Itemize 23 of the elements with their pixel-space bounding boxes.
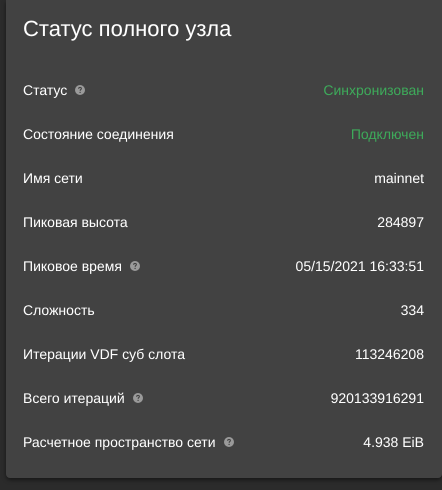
help-icon[interactable]	[224, 437, 234, 447]
field-value: 4.938 EiB	[363, 434, 424, 450]
field-label: Расчетное пространство сети	[23, 434, 216, 450]
field-value: 05/15/2021 16:33:51	[296, 258, 424, 274]
field-label: Имя сети	[23, 170, 83, 186]
field-value: 920133916291	[330, 390, 424, 406]
field-label: Пиковое время	[23, 258, 122, 274]
field-value: Подключен	[350, 126, 424, 142]
field-value: 284897	[377, 214, 424, 230]
field-label: Пиковая высота	[23, 214, 128, 230]
field-value: 334	[400, 302, 424, 318]
help-icon[interactable]	[132, 393, 143, 403]
field-label: Сложность	[23, 302, 95, 318]
field-value: Синхронизован	[323, 82, 424, 98]
help-icon[interactable]	[130, 261, 140, 271]
field-label: Итерации VDF суб слота	[23, 346, 186, 362]
card-title: Статус полного узла	[23, 16, 232, 42]
field-label: Всего итераций	[23, 390, 125, 406]
field-value: 113246208	[354, 346, 424, 362]
help-icon[interactable]	[75, 85, 86, 95]
field-label: Статус	[23, 82, 68, 98]
field-value: mainnet	[374, 170, 424, 186]
field-label: Состояние соединения	[23, 126, 174, 142]
